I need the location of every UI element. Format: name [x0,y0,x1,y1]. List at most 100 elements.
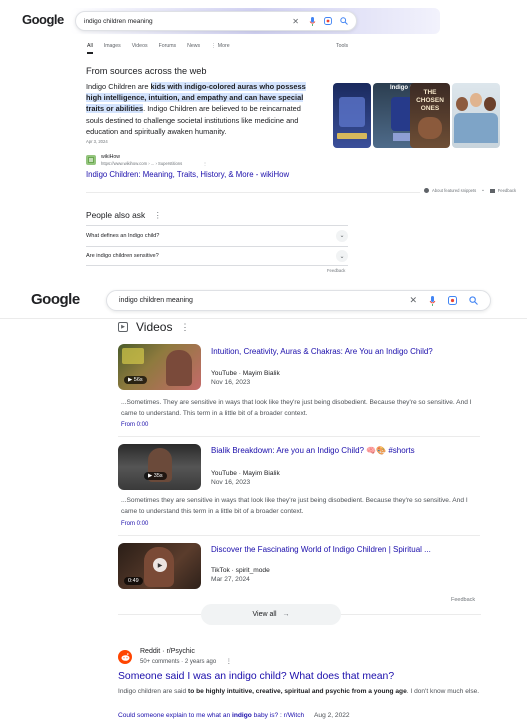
view-all-button[interactable]: View all → [201,604,341,625]
info-icon [424,188,429,193]
search-tabs: All Images Videos Forums News ⋮ More [87,43,230,54]
video-date-2: Nov 16, 2023 [211,479,251,486]
logo-text: Google [22,12,64,27]
search-bar[interactable]: indigo children meaning ✕ [75,11,357,31]
arrow-right-icon: → [282,611,290,618]
video-date-1: Nov 16, 2023 [211,379,251,386]
video-title-1[interactable]: Intuition, Creativity, Auras & Chakras: … [211,347,481,357]
video-duration-2: ▶ 35s [144,472,167,480]
clear-icon[interactable]: ✕ [292,17,299,26]
source-more-icon[interactable]: ⋮ [203,161,207,166]
reddit-snippet-bold: to be highly intuitive, creative, spirit… [188,688,407,695]
tab-news[interactable]: News [187,43,200,54]
video-title-2[interactable]: Bialik Breakdown: Are you an Indigo Chil… [211,446,481,456]
video-source-1: YouTube · Mayim Bialik [211,370,280,377]
tab-more[interactable]: ⋮ More [211,43,229,54]
search-input-2[interactable]: indigo children meaning [119,297,409,304]
video-source-3: TikTok · spirit_mode [211,567,270,574]
snippet-part-1: Indigo Children are [86,82,151,91]
google-logo[interactable]: Google [22,12,64,27]
featured-feedback[interactable]: Feedback [498,188,516,193]
video-duration-3: 0:49 [124,577,143,585]
paa-question-1[interactable]: What defines an Indigo child? ⌄ [86,225,348,245]
reddit-sublink-row: Could someone explain to me what an indi… [118,712,350,719]
paa-more-icon[interactable]: ⋮ [153,210,161,220]
videos-heading-text: Videos [136,320,173,334]
microphone-icon[interactable] [429,295,436,306]
camera-lens-icon[interactable] [324,17,332,25]
featured-image-5[interactable] [452,83,500,148]
reddit-snippet-part-2: . I don't know much else. [406,688,480,695]
about-featured-snippets[interactable]: About featured snippets • Feedback [424,188,516,193]
header-divider [0,318,527,319]
reddit-meta: 50+ comments · 2 years ago ⋮ [140,658,232,665]
reddit-meta-text: 50+ comments · 2 years ago [140,659,217,665]
video-divider-1 [118,436,480,437]
search-icon[interactable] [469,296,478,305]
reddit-more-icon[interactable]: ⋮ [226,659,232,665]
tab-images[interactable]: Images [104,43,121,54]
tab-all[interactable]: All [87,43,93,54]
play-icon: ▶ [153,558,167,572]
videos-more-icon[interactable]: ⋮ [180,322,189,333]
video-desc-1: ...Sometimes. They are sensitive in ways… [121,399,472,417]
sublink-part-1: Could someone explain to me what an [118,712,232,719]
video-thumbnail-1[interactable]: ▶ 56s [118,344,201,390]
view-all-line-right [341,614,481,615]
tab-videos[interactable]: Videos [132,43,148,54]
source-favicon [86,155,96,165]
logo-text: Google [31,291,80,308]
tab-forums[interactable]: Forums [159,43,177,54]
image-4-title: THE CHOSEN ONES [416,89,444,112]
featured-result-link[interactable]: Indigo Children: Meaning, Traits, Histor… [86,170,289,179]
video-divider-2 [118,535,480,536]
video-thumbnail-3[interactable]: ▶ 0:49 [118,543,201,589]
view-all-line-left [118,614,201,615]
video-date-3: Mar 27, 2024 [211,576,250,583]
paa-question-text: Are indigo children sensitive? [86,253,159,259]
video-from-2[interactable]: From 0:00 [121,521,148,527]
search-bar-2[interactable]: indigo children meaning ✕ [106,290,491,311]
video-desc-2: ...Sometimes they are sensitive in ways … [121,497,468,515]
clear-icon[interactable]: ✕ [409,295,417,306]
paa-question-text: What defines an Indigo child? [86,232,160,239]
tools-button[interactable]: Tools [336,43,348,49]
featured-bottom-divider [86,192,420,193]
paa-question-2[interactable]: Are indigo children sensitive? ⌄ [86,246,348,266]
sublink-part-2: baby is? : r/Witch [251,712,305,719]
featured-heading: From sources across the web [86,66,207,76]
snippet-date: Apr 3, 2024 [86,139,108,144]
reddit-snippet: Indigo children are said to be highly in… [118,687,480,698]
paa-heading-text: People also ask [86,210,146,220]
video-duration-1: ▶ 56s [124,376,147,384]
google-logo-2[interactable]: Google [31,291,80,308]
video-title-3[interactable]: Discover the Fascinating World of Indigo… [211,545,481,555]
search-input[interactable]: indigo children meaning [84,18,292,25]
video-source-2: YouTube · Mayim Bialik [211,470,280,477]
separator-dot: • [482,188,484,193]
camera-lens-icon[interactable] [448,296,457,305]
video-play-icon: ▶ [118,322,128,332]
featured-snippet-text: Indigo Children are kids with indigo-col… [86,81,318,137]
featured-image-4[interactable]: THE CHOSEN ONES [410,83,450,148]
microphone-icon[interactable] [309,16,316,26]
video-from-1[interactable]: From 0:00 [121,422,148,428]
view-all-label: View all [252,611,277,618]
reddit-result-title[interactable]: Someone said I was an indigo child? What… [118,671,394,682]
reddit-snippet-part-1: Indigo children are said [118,688,189,695]
paa-feedback[interactable]: Feedback [327,268,345,273]
search-icon[interactable] [340,17,348,25]
featured-image-2[interactable] [333,83,371,148]
reddit-icon [118,650,132,664]
source-url[interactable]: https://www.wikihow.com › ... › Supersti… [101,161,182,166]
about-label: About featured snippets [432,188,477,193]
video-thumbnail-2[interactable]: ▶ 35s [118,444,201,490]
paa-heading: People also ask ⋮ [86,210,162,220]
reddit-source[interactable]: Reddit · r/Psychic [140,648,195,655]
source-name: wikiHow [101,154,121,160]
sublink-bold: indigo [232,712,252,719]
feedback-icon [489,188,495,193]
chevron-down-icon: ⌄ [336,229,348,242]
reddit-sublink[interactable]: Could someone explain to me what an indi… [118,712,306,719]
videos-feedback[interactable]: Feedback [451,597,475,603]
